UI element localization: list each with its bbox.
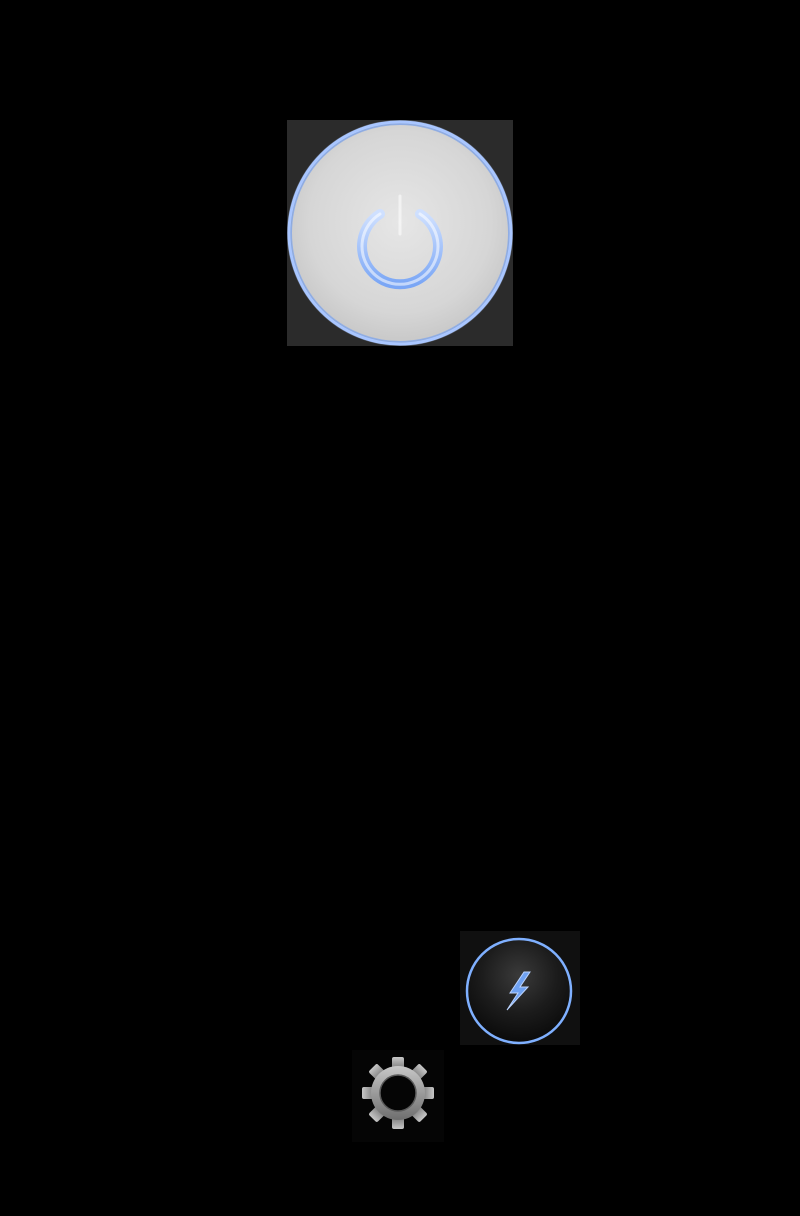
flash-mode-button[interactable] xyxy=(460,931,580,1045)
power-toggle-button[interactable] xyxy=(287,120,513,346)
gear-icon xyxy=(362,1057,434,1129)
power-icon xyxy=(287,120,513,346)
settings-button[interactable] xyxy=(352,1050,444,1142)
flashlight-screen xyxy=(0,0,800,1216)
lightning-bolt-icon xyxy=(465,937,573,1045)
